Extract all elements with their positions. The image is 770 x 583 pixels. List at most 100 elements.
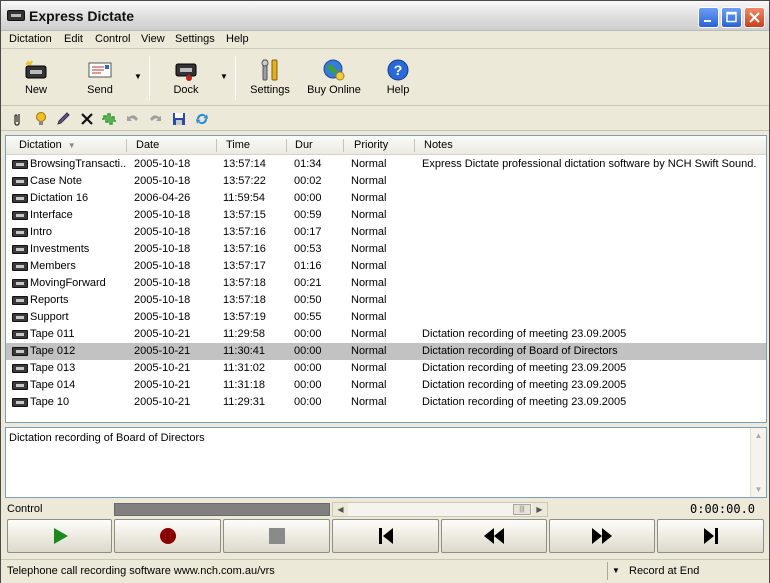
minimize-icon [704, 20, 711, 22]
help-button[interactable]: ? Help [370, 54, 426, 102]
menu-edit[interactable]: Edit [64, 33, 83, 45]
column-header-date[interactable]: Date [136, 139, 159, 151]
stop-button[interactable] [223, 519, 330, 553]
dock-dropdown-arrow[interactable]: ▼ [220, 72, 228, 81]
record-mode-dropdown-icon[interactable]: ▼ [612, 566, 620, 575]
column-divider[interactable] [216, 139, 217, 152]
cell-priority: Normal [351, 158, 387, 170]
table-row[interactable]: Tape 011 2005-10-21 11:29:58 00:00 Normal Dic… [6, 326, 766, 343]
send-dropdown-arrow[interactable]: ▼ [134, 72, 142, 81]
menu-help[interactable]: Help [226, 33, 249, 45]
table-row[interactable]: Investments 2005-10-18 13:57:16 00:53 Normal [6, 241, 766, 258]
tape-icon [12, 364, 28, 373]
scroll-thumb[interactable]: ||| [513, 504, 531, 515]
column-header-dur[interactable]: Dur [295, 139, 313, 151]
skip-start-icon [378, 528, 393, 544]
table-row[interactable]: Tape 012 2005-10-21 11:30:41 00:00 Normal Dic… [6, 343, 766, 360]
scroll-up-arrow-icon[interactable]: ▲ [751, 428, 766, 443]
cell-priority: Normal [351, 243, 387, 255]
play-button[interactable] [7, 519, 112, 553]
tape-icon [12, 347, 28, 356]
column-header-dictation[interactable]: Dictation ▼ [19, 139, 76, 151]
table-row[interactable]: Case Note 2005-10-18 13:57:22 00:02 Normal [6, 173, 766, 190]
delete-x-icon[interactable] [79, 111, 95, 127]
column-divider[interactable] [343, 139, 344, 152]
scroll-down-arrow-icon[interactable]: ▼ [751, 482, 766, 497]
undo-icon[interactable] [125, 111, 141, 127]
table-row[interactable]: Reports 2005-10-18 13:57:18 00:50 Normal [6, 292, 766, 309]
dock-button[interactable]: Dock [158, 54, 214, 102]
tape-icon [12, 381, 28, 390]
cell-date: 2005-10-18 [134, 175, 191, 187]
notes-vertical-scrollbar[interactable]: ▲ ▼ [750, 428, 766, 497]
column-header-time[interactable]: Time [226, 139, 250, 151]
new-button[interactable]: New [8, 54, 64, 102]
maximize-button[interactable] [721, 7, 742, 28]
table-row[interactable]: BrowsingTransacti... 2005-10-18 13:57:14 01… [6, 156, 766, 173]
cell-dictation: Intro [30, 226, 53, 238]
cell-dictation: Members [30, 260, 76, 272]
refresh-icon[interactable] [194, 111, 210, 127]
priority-bulb-icon[interactable] [33, 111, 49, 127]
skip-to-start-button[interactable] [332, 519, 439, 553]
cell-time: 13:57:16 [223, 243, 266, 255]
close-button[interactable] [744, 7, 765, 28]
menu-settings[interactable]: Settings [175, 33, 215, 45]
menu-dictation[interactable]: Dictation [9, 33, 52, 45]
cell-priority: Normal [351, 277, 387, 289]
tape-icon [12, 398, 28, 407]
notes-text: Dictation recording of Board of Director… [9, 432, 205, 444]
tape-icon [12, 245, 28, 254]
column-divider[interactable] [286, 139, 287, 152]
skip-end-icon [703, 528, 718, 544]
table-row[interactable]: Tape 014 2005-10-21 11:31:18 00:00 Normal Dic… [6, 377, 766, 394]
menu-control[interactable]: Control [95, 33, 130, 45]
settings-button[interactable]: Settings [242, 54, 298, 102]
notes-editor[interactable]: Dictation recording of Board of Director… [5, 427, 767, 498]
cell-time: 13:57:18 [223, 277, 266, 289]
send-envelope-icon [88, 62, 112, 78]
scroll-right-arrow-icon[interactable]: ▶ [532, 503, 547, 516]
waveform-icon[interactable] [101, 111, 117, 127]
column-header-priority[interactable]: Priority [354, 139, 388, 151]
redo-icon[interactable] [147, 111, 163, 127]
fast-forward-button[interactable] [549, 519, 655, 553]
dictation-list[interactable]: Dictation ▼ Date Time Dur Priority Notes … [5, 135, 767, 423]
edit-pencil-icon[interactable] [55, 111, 71, 127]
table-row[interactable]: Tape 013 2005-10-21 11:31:02 00:00 Normal Dic… [6, 360, 766, 377]
toolbar-separator [149, 56, 150, 100]
column-divider[interactable] [414, 139, 415, 152]
column-divider[interactable] [126, 139, 127, 152]
cell-duration: 00:17 [294, 226, 322, 238]
attach-icon[interactable] [9, 111, 25, 127]
cell-dictation: Reports [30, 294, 69, 306]
window-title: Express Dictate [29, 8, 135, 24]
tape-icon [12, 211, 28, 220]
cell-time: 11:31:18 [223, 379, 266, 391]
rewind-button[interactable] [441, 519, 547, 553]
cell-time: 11:31:02 [223, 362, 266, 374]
table-row[interactable]: Members 2005-10-18 13:57:17 01:16 Normal [6, 258, 766, 275]
buy-online-button[interactable]: Buy Online [305, 54, 363, 102]
table-row[interactable]: MovingForward 2005-10-18 13:57:18 00:21 Norm… [6, 275, 766, 292]
scroll-left-arrow-icon[interactable]: ◀ [333, 503, 348, 516]
save-disk-icon[interactable] [171, 111, 187, 127]
table-row[interactable]: Intro 2005-10-18 13:57:16 00:17 Normal [6, 224, 766, 241]
table-row[interactable]: Dictation 16 2006-04-26 11:59:54 00:00 Norma… [6, 190, 766, 207]
cell-priority: Normal [351, 226, 387, 238]
record-mode[interactable]: Record at End [629, 565, 699, 577]
skip-to-end-button[interactable] [657, 519, 764, 553]
status-bar: Telephone call recording software www.nc… [1, 559, 769, 583]
menu-view[interactable]: View [141, 33, 165, 45]
send-button[interactable]: Send [72, 54, 128, 102]
table-row[interactable]: Tape 10 2005-10-21 11:29:31 00:00 Normal Dict… [6, 394, 766, 411]
table-row[interactable]: Support 2005-10-18 13:57:19 00:55 Normal [6, 309, 766, 326]
minimize-button[interactable] [698, 7, 719, 28]
playback-scrollbar[interactable]: ◀ ||| ▶ [332, 502, 548, 517]
column-header-notes[interactable]: Notes [424, 139, 453, 151]
table-row[interactable]: Interface 2005-10-18 13:57:15 00:59 Normal [6, 207, 766, 224]
cell-dictation: Tape 011 [30, 328, 75, 340]
status-divider [607, 562, 608, 580]
playback-position-bar[interactable] [114, 503, 330, 516]
record-button[interactable] [114, 519, 221, 553]
